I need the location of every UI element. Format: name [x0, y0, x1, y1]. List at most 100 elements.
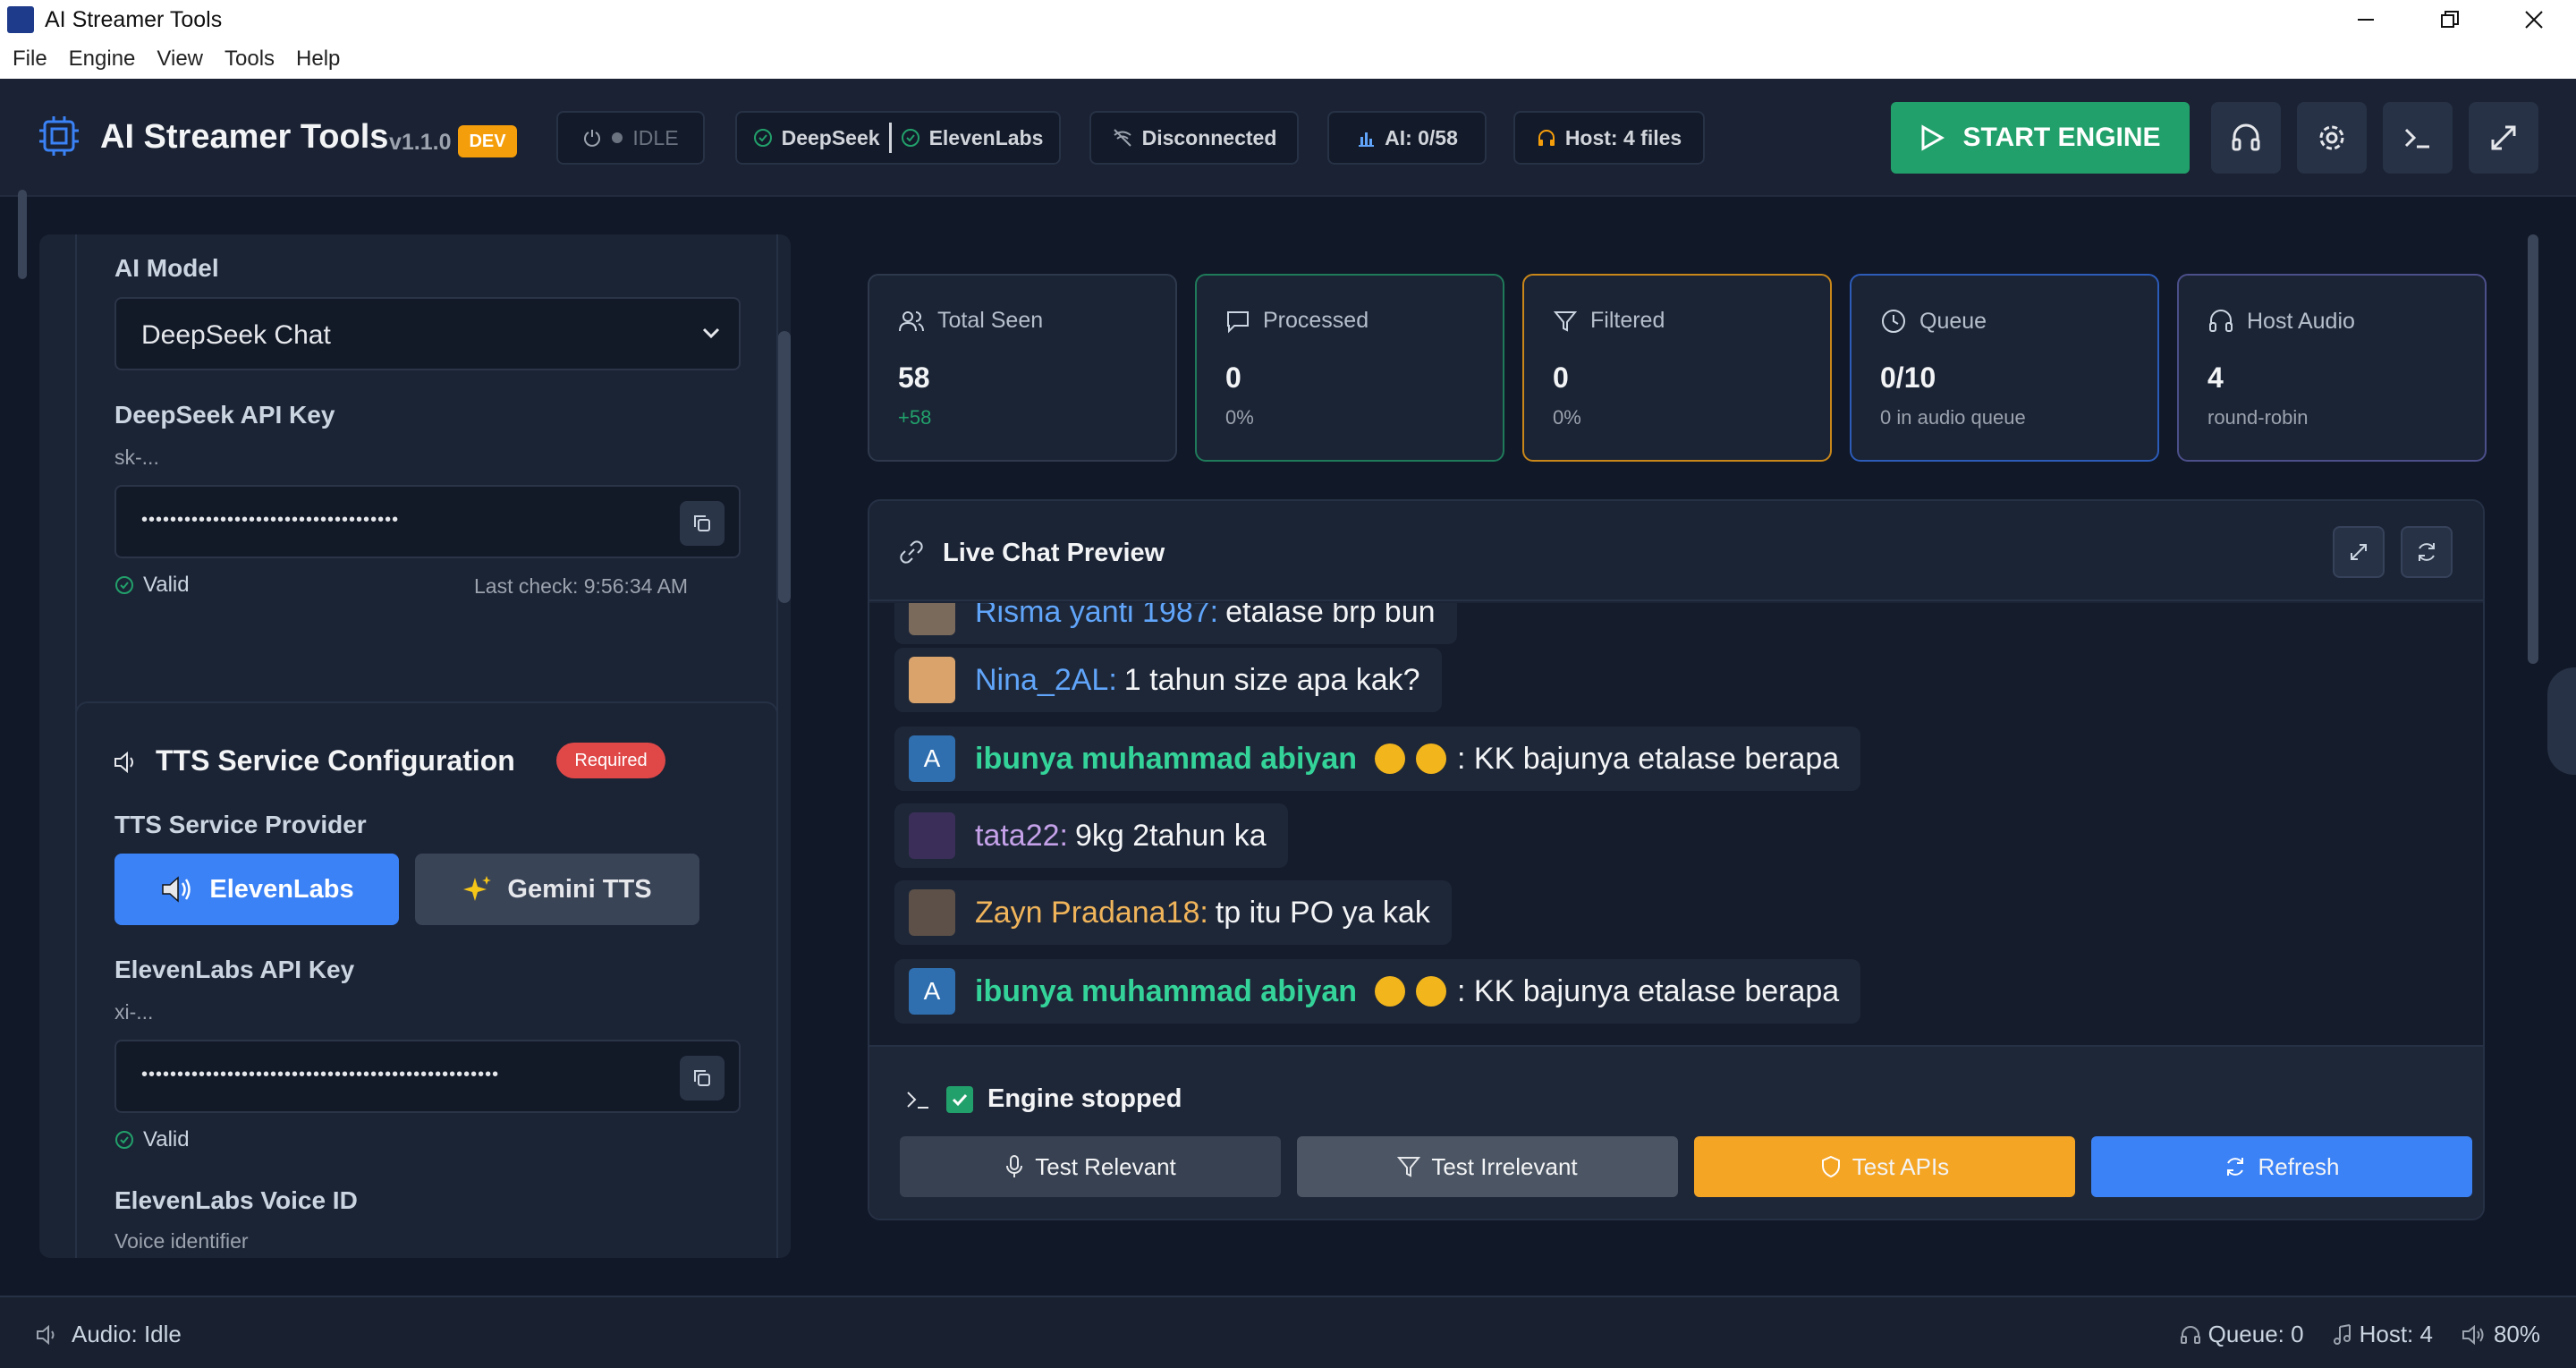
- main-scrollbar[interactable]: [2528, 234, 2538, 664]
- stat-sub: +58: [898, 406, 932, 429]
- live-chat-panel: Live Chat Preview Risma yanti 1987: etal…: [868, 499, 2485, 1220]
- tts-section-title: TTS Service Configuration: [156, 744, 515, 777]
- chat-username: Zayn Pradana18:: [975, 895, 1208, 930]
- stat-sub: 0 in audio queue: [1880, 406, 2026, 429]
- menu-tools[interactable]: Tools: [225, 47, 275, 72]
- stat-value: 0: [1553, 361, 1569, 394]
- chat-text: tp itu PO ya kak: [1215, 895, 1430, 930]
- side-panel-toggle[interactable]: [2547, 667, 2576, 775]
- minimize-button[interactable]: [2324, 0, 2408, 39]
- menu-bar: File Engine View Tools Help: [0, 39, 2576, 79]
- audio-status: Audio: Idle: [36, 1321, 182, 1348]
- menu-view[interactable]: View: [157, 47, 203, 72]
- elevenlabs-key-hint: xi-...: [114, 1000, 154, 1024]
- test-relevant-button[interactable]: Test Relevant: [900, 1136, 1281, 1197]
- stat-header: Host Audio: [2207, 308, 2355, 335]
- audio-button[interactable]: [2211, 102, 2281, 174]
- volume-status: 80%: [2462, 1321, 2540, 1348]
- terminal-button[interactable]: [2383, 102, 2453, 174]
- engine-state-pill: IDLE: [556, 111, 705, 165]
- ai-service-name: DeepSeek: [781, 125, 880, 149]
- tts-provider-label: TTS Service Provider: [114, 811, 367, 838]
- stat-card-queue: Queue 0/10 0 in audio queue: [1850, 274, 2159, 462]
- stat-sub: round-robin: [2207, 406, 2309, 429]
- copy-button[interactable]: [680, 501, 724, 546]
- headphones-icon: [2230, 122, 2262, 154]
- menu-file[interactable]: File: [13, 47, 47, 72]
- chat-text: 1 tahun size apa kak?: [1123, 662, 1420, 697]
- avatar: A: [909, 735, 955, 782]
- settings-button[interactable]: [2297, 102, 2367, 174]
- window-controls: [2324, 0, 2576, 39]
- ai-model-select[interactable]: DeepSeek Chat: [114, 297, 741, 370]
- deepseek-key-input[interactable]: ••••••••••••••••••••••••••••••••••••: [114, 485, 741, 558]
- start-engine-button[interactable]: START ENGINE: [1891, 102, 2190, 174]
- chat-text: : KK bajunya etalase berapa: [1457, 973, 1840, 1008]
- chat-text: : KK bajunya etalase berapa: [1457, 741, 1840, 776]
- dev-badge: DEV: [458, 125, 517, 157]
- wifi-off-icon: [1112, 127, 1133, 149]
- chat-message-list[interactable]: Risma yanti 1987: etalase brp bun Nina_2…: [869, 603, 2483, 1045]
- chevron-down-icon: [701, 326, 721, 340]
- status-dot-icon: [611, 132, 623, 144]
- chat-refresh-button[interactable]: [2401, 526, 2453, 578]
- check-circle-icon: [114, 575, 134, 595]
- sidebar-scrollbar[interactable]: [778, 331, 791, 603]
- restore-button[interactable]: [2408, 0, 2492, 39]
- check-circle-icon: [114, 1130, 134, 1150]
- stat-header: Processed: [1225, 308, 1368, 334]
- engine-control-footer: Engine stopped Test Relevant Test Irrele…: [869, 1045, 2483, 1219]
- stat-label: Host Audio: [2247, 308, 2355, 334]
- refresh-button[interactable]: Refresh: [2091, 1136, 2472, 1197]
- chat-header: Live Chat Preview: [869, 501, 2483, 601]
- ai-model-value: DeepSeek Chat: [141, 320, 331, 350]
- provider-gemini-button[interactable]: Gemini TTS: [415, 854, 699, 925]
- chat-message: A ibunya muhammad abiyan : KK bajunya et…: [894, 726, 1861, 791]
- speaker-icon: [36, 1324, 61, 1346]
- window-title: AI Streamer Tools: [45, 6, 223, 32]
- check-circle-icon: [901, 128, 920, 148]
- page-scrollbar[interactable]: [18, 190, 27, 279]
- chat-username: Nina_2AL:: [975, 662, 1117, 697]
- chat-username: tata22:: [975, 818, 1068, 853]
- host-files-pill: Host: 4 files: [1513, 111, 1705, 165]
- test-irrelevant-button[interactable]: Test Irrelevant: [1297, 1136, 1678, 1197]
- mic-icon: [1004, 1154, 1024, 1179]
- stat-sub: 0%: [1553, 406, 1581, 429]
- deepseek-valid-text: Valid: [143, 573, 190, 597]
- chat-expand-button[interactable]: [2333, 526, 2385, 578]
- engine-state-text: IDLE: [632, 125, 679, 149]
- chat-message: A ibunya muhammad abiyan : KK bajunya et…: [894, 959, 1861, 1024]
- fullscreen-button[interactable]: [2469, 102, 2538, 174]
- stat-value: 4: [2207, 361, 2224, 394]
- window-titlebar: AI Streamer Tools: [0, 0, 2576, 39]
- elevenlabs-key-input[interactable]: ••••••••••••••••••••••••••••••••••••••••…: [114, 1040, 741, 1113]
- copy-button[interactable]: [680, 1056, 724, 1100]
- ai-model-label: AI Model: [114, 254, 219, 282]
- deepseek-key-value: ••••••••••••••••••••••••••••••••••••: [141, 510, 400, 530]
- required-badge: Required: [556, 743, 665, 778]
- elevenlabs-key-label: ElevenLabs API Key: [114, 956, 355, 983]
- deepseek-valid-status: Valid: [114, 573, 190, 598]
- host-files-text: Host: 4 files: [1564, 125, 1682, 149]
- heart-eyes-emoji-icon: [1375, 976, 1405, 1007]
- test-apis-button[interactable]: Test APIs: [1694, 1136, 2075, 1197]
- provider-elevenlabs-button[interactable]: ElevenLabs: [114, 854, 399, 925]
- chat-username: ibunya muhammad abiyan: [975, 973, 1357, 1008]
- power-icon: [582, 128, 602, 148]
- stat-value: 0: [1225, 361, 1241, 394]
- chat-text: etalase brp bun: [1225, 603, 1436, 629]
- engine-status: Engine stopped: [905, 1084, 1182, 1114]
- sparkles-icon: [462, 874, 493, 905]
- stat-header: Filtered: [1553, 308, 1665, 334]
- menu-engine[interactable]: Engine: [69, 47, 136, 72]
- version-label: v1.1.0: [389, 130, 452, 155]
- menu-help[interactable]: Help: [296, 47, 340, 72]
- elevenlabs-key-value: ••••••••••••••••••••••••••••••••••••••••…: [141, 1065, 500, 1084]
- voice-id-label: ElevenLabs Voice ID: [114, 1186, 358, 1214]
- queue-status: Queue: 0: [2180, 1321, 2304, 1348]
- filter-icon: [1397, 1155, 1421, 1178]
- chat-message: Risma yanti 1987: etalase brp bun: [894, 603, 1457, 644]
- close-button[interactable]: [2492, 0, 2576, 39]
- host-status: Host: 4: [2333, 1321, 2433, 1348]
